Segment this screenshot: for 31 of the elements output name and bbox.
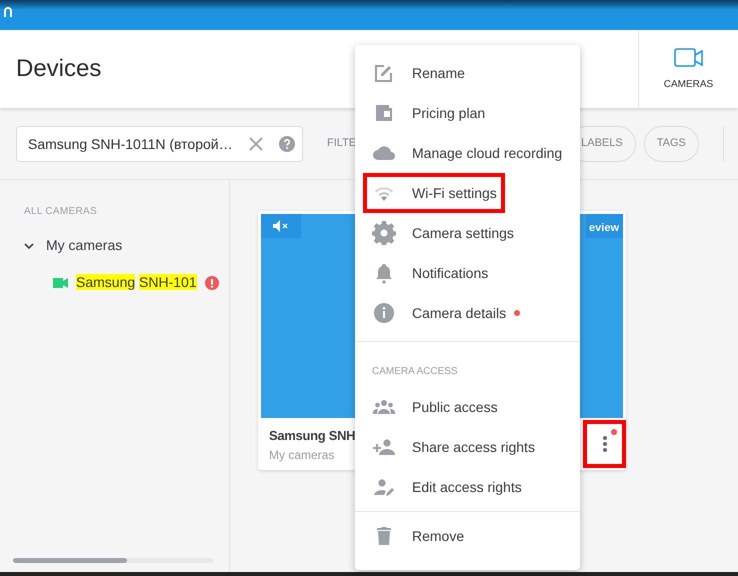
menu-item[interactable]: Camera settings bbox=[355, 213, 580, 253]
camera-icon bbox=[674, 46, 704, 68]
camera-group: My cameras bbox=[269, 446, 334, 464]
logo-icon bbox=[4, 7, 12, 17]
mute-button[interactable] bbox=[261, 214, 301, 238]
clear-icon[interactable] bbox=[249, 136, 263, 150]
menu-item[interactable]: Notifications bbox=[355, 253, 580, 293]
search-field[interactable]: Samsung SNH-1011N (второй… bbox=[16, 126, 303, 162]
section-heading: ALL CAMERAS bbox=[23, 205, 98, 219]
section-heading: CAMERA ACCESS bbox=[371, 365, 459, 379]
more-icon bbox=[602, 435, 608, 453]
filter-label: FILTE bbox=[327, 136, 356, 152]
scrollbar[interactable] bbox=[13, 558, 213, 563]
help-icon[interactable] bbox=[279, 136, 295, 152]
menu-item[interactable]: Public access bbox=[355, 387, 580, 427]
settings-icon bbox=[372, 221, 396, 245]
menu-item[interactable]: Wi-Fi settings bbox=[363, 173, 505, 213]
cameras-tab[interactable]: CAMERAS bbox=[638, 30, 738, 108]
info-icon bbox=[372, 301, 396, 325]
more-button[interactable] bbox=[583, 420, 626, 468]
menu-item[interactable]: Remove bbox=[355, 516, 580, 556]
muted-speaker-icon bbox=[273, 220, 289, 232]
page-title: Devices bbox=[16, 54, 102, 84]
camera-title: Samsung SNH bbox=[269, 427, 356, 445]
group-item[interactable]: My cameras bbox=[0, 235, 229, 256]
menu-item[interactable]: Camera details bbox=[355, 293, 580, 333]
chevron-icon bbox=[24, 242, 34, 250]
menu-item[interactable]: Edit access rights bbox=[355, 467, 580, 507]
menu-item[interactable]: Share access rights bbox=[355, 427, 580, 467]
camera-name[interactable]: Samsung SNH-101 bbox=[76, 272, 197, 293]
menu-item[interactable]: Rename bbox=[355, 53, 580, 93]
